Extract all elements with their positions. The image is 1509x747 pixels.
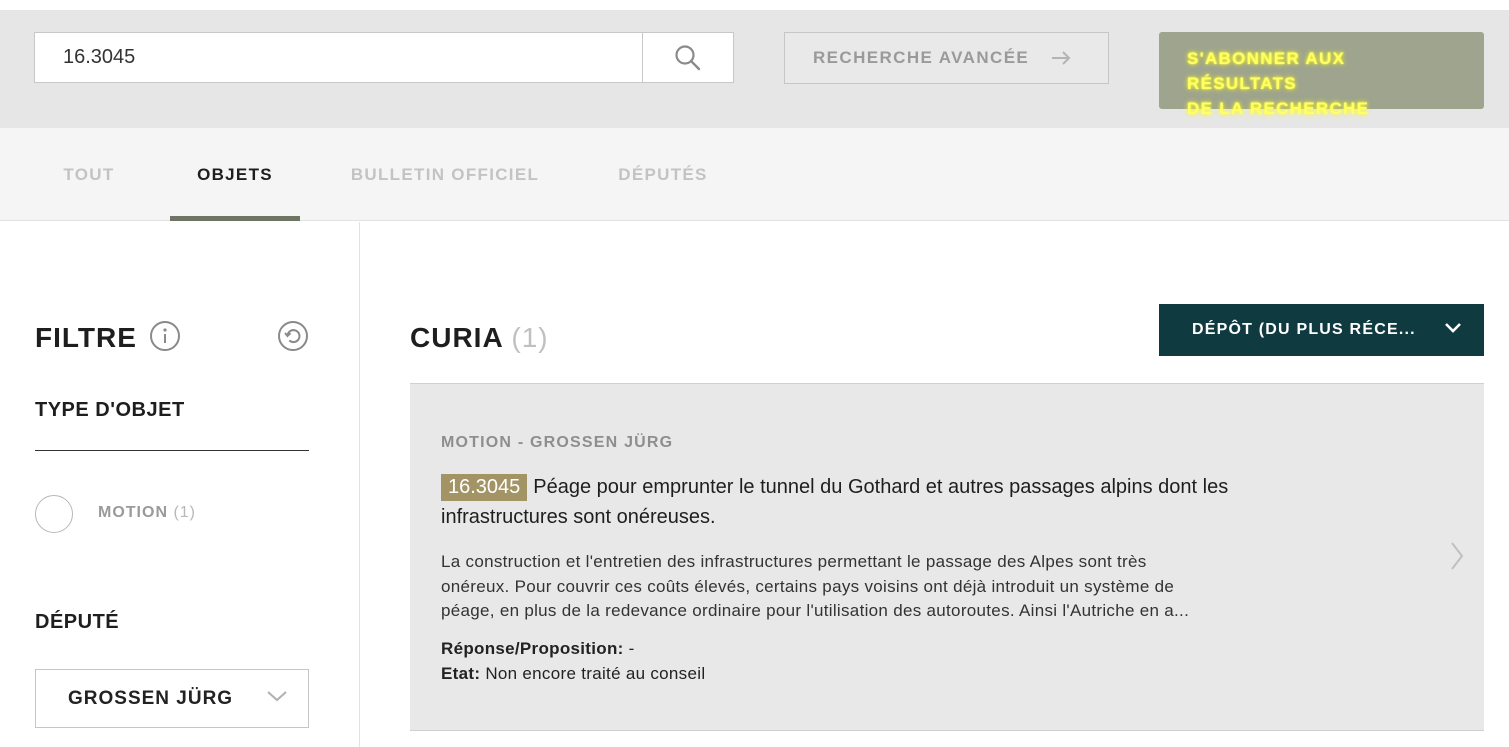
info-icon[interactable] [149, 320, 181, 352]
search-button[interactable] [642, 33, 733, 82]
filter-sidebar: FILTRE TYPE D'OBJET MOTION (1) DÉPUTÉ GR… [0, 222, 360, 747]
results-area: CURIA (1) DÉPÔT (DU PLUS RÉCE... MOTION … [360, 222, 1509, 747]
sort-label: DÉPÔT (DU PLUS RÉCE... [1192, 321, 1416, 338]
deputy-select-value: GROSSEN JÜRG [68, 687, 234, 709]
state-label: Etat: [441, 664, 481, 683]
card-description: La construction et l'entretien des infra… [441, 550, 1311, 624]
tab-tout[interactable]: TOUT [34, 128, 144, 221]
tab-bulletin-officiel[interactable]: BULLETIN OFFICIEL [340, 128, 550, 221]
chevron-down-icon [1445, 323, 1461, 333]
search-input[interactable] [35, 33, 643, 82]
motion-option[interactable]: MOTION (1) [98, 504, 196, 522]
card-reply-row: Réponse/Proposition: - [441, 639, 635, 659]
card-description-line: péage, en plus de la redevance ordinaire… [441, 601, 1190, 620]
search-bar: RECHERCHE AVANCÉE S'ABONNER AUX RÉSULTAT… [0, 10, 1509, 128]
chevron-right-icon[interactable] [1450, 541, 1464, 571]
state-value: Non encore traité au conseil [485, 664, 706, 683]
tab-objets[interactable]: OBJETS [170, 128, 300, 221]
tab-tout-label: TOUT [63, 164, 115, 184]
card-description-line: La construction et l'entretien des infra… [441, 552, 1147, 571]
reset-icon[interactable] [277, 320, 309, 352]
card-meta: MOTION - GROSSEN JÜRG [441, 434, 674, 451]
object-type-title: TYPE D'OBJET [35, 399, 185, 421]
object-number-badge: 16.3045 [441, 474, 528, 501]
card-title: Péage pour emprunter le tunnel du Gothar… [441, 476, 1229, 528]
motion-radio[interactable] [35, 495, 73, 533]
search-box [34, 32, 734, 83]
arrow-right-icon [1052, 51, 1071, 65]
tab-deputes[interactable]: DÉPUTÉS [600, 128, 726, 221]
filter-title: FILTRE [35, 322, 137, 353]
results-title: CURIA [410, 322, 503, 353]
section-divider [35, 450, 309, 451]
advanced-search-label: RECHERCHE AVANCÉE [813, 48, 1030, 67]
card-title-block: 16.3045 Péage pour emprunter le tunnel du… [441, 472, 1321, 532]
subscribe-results-button[interactable]: S'ABONNER AUX RÉSULTATS DE LA RECHERCHE [1159, 32, 1484, 118]
reply-label: Réponse/Proposition: [441, 639, 624, 658]
sort-dropdown[interactable]: DÉPÔT (DU PLUS RÉCE... [1159, 304, 1484, 356]
tab-objets-label: OBJETS [197, 164, 273, 184]
result-card[interactable]: MOTION - GROSSEN JÜRG 16.3045 Péage pour … [410, 383, 1484, 731]
deputy-title: DÉPUTÉ [35, 611, 120, 633]
card-description-line: onéreux. Pour couvrir ces coûts élevés, … [441, 576, 1175, 596]
results-count: (1) [511, 322, 549, 353]
motion-option-count: (1) [173, 504, 197, 521]
subscribe-label-line1: S'ABONNER AUX RÉSULTATS [1187, 49, 1346, 93]
motion-option-label: MOTION [98, 504, 168, 521]
results-heading: CURIA (1) [410, 322, 549, 354]
search-icon [675, 44, 701, 70]
subscribe-label-line2: DE LA RECHERCHE [1187, 99, 1370, 118]
reply-value: - [628, 639, 635, 658]
card-state-row: Etat: Non encore traité au conseil [441, 664, 705, 684]
advanced-search-button[interactable]: RECHERCHE AVANCÉE [784, 32, 1109, 84]
tab-deputes-label: DÉPUTÉS [618, 164, 708, 184]
tab-bulletin-officiel-label: BULLETIN OFFICIEL [350, 164, 540, 184]
result-tabs: TOUT OBJETS BULLETIN OFFICIEL DÉPUTÉS [0, 128, 1509, 221]
chevron-down-icon [267, 691, 287, 702]
deputy-select[interactable]: GROSSEN JÜRG [35, 669, 309, 728]
